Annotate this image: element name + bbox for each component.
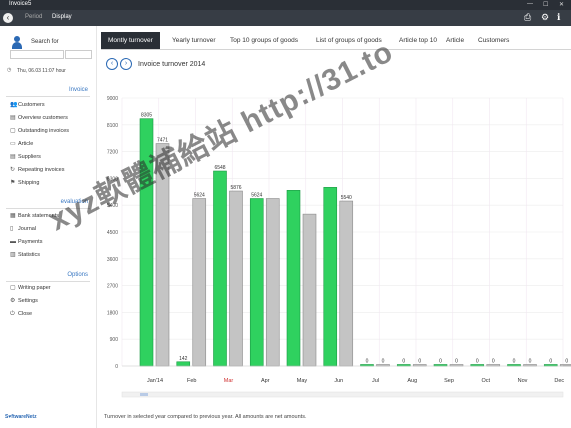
data-label: 0 <box>366 359 369 365</box>
x-tick-label: Jan'14 <box>147 378 163 384</box>
data-label: 5540 <box>341 195 352 201</box>
bar-previous-year <box>302 213 317 367</box>
x-tick-label: Apr <box>261 378 270 384</box>
data-label: 5624 <box>251 193 262 199</box>
data-label: 0 <box>513 359 516 365</box>
y-tick-label: 3600 <box>107 257 118 263</box>
data-label: 0 <box>476 359 479 365</box>
footnote: Turnover in selected year compared to pr… <box>104 414 307 420</box>
x-tick-label: May <box>297 378 308 384</box>
data-label: 0 <box>402 359 405 365</box>
bar-current-year <box>176 361 191 367</box>
bar-current-year <box>249 198 264 367</box>
data-label: 0 <box>418 359 421 365</box>
x-tick-label: Feb <box>187 378 196 384</box>
y-tick-label: 7200 <box>107 150 118 156</box>
data-label: 0 <box>529 359 532 365</box>
y-tick-label: 900 <box>110 337 119 343</box>
y-tick-label: 1800 <box>107 310 118 316</box>
x-tick-label: Oct <box>481 378 490 384</box>
x-tick-label: Jun <box>334 378 343 384</box>
data-label: 0 <box>382 359 385 365</box>
x-tick-label: Jul <box>372 378 379 384</box>
x-tick-label: Aug <box>407 378 417 384</box>
data-label: 0 <box>455 359 458 365</box>
data-label: 0 <box>492 359 495 365</box>
bar-current-year <box>323 187 338 367</box>
y-tick-label: 2700 <box>107 284 118 290</box>
y-tick-label: 9000 <box>107 96 118 102</box>
data-label: 0 <box>565 359 568 365</box>
data-label: 8305 <box>141 113 152 119</box>
data-label: 0 <box>549 359 552 365</box>
y-tick-label: 4500 <box>107 230 118 236</box>
bar-previous-year <box>229 190 243 367</box>
bar-previous-year <box>339 200 354 367</box>
bar-current-year <box>286 190 301 367</box>
y-tick-label: 8100 <box>107 123 118 129</box>
x-tick-label: Sep <box>444 378 454 384</box>
bar-current-year <box>213 170 227 367</box>
data-label: 5624 <box>194 193 205 199</box>
x-tick-label: Nov <box>518 378 528 384</box>
data-label: 6548 <box>214 165 225 171</box>
scrollbar-thumb <box>140 393 148 396</box>
bar-previous-year <box>192 198 207 367</box>
x-tick-label: Mar <box>224 378 234 384</box>
data-label: 0 <box>439 359 442 365</box>
y-tick-label: 0 <box>115 364 118 370</box>
horizontal-scrollbar <box>121 391 564 398</box>
x-tick-label: Dec <box>554 378 564 384</box>
data-label: 142 <box>179 356 188 362</box>
bar-previous-year <box>265 198 280 367</box>
data-label: 5876 <box>230 185 241 191</box>
